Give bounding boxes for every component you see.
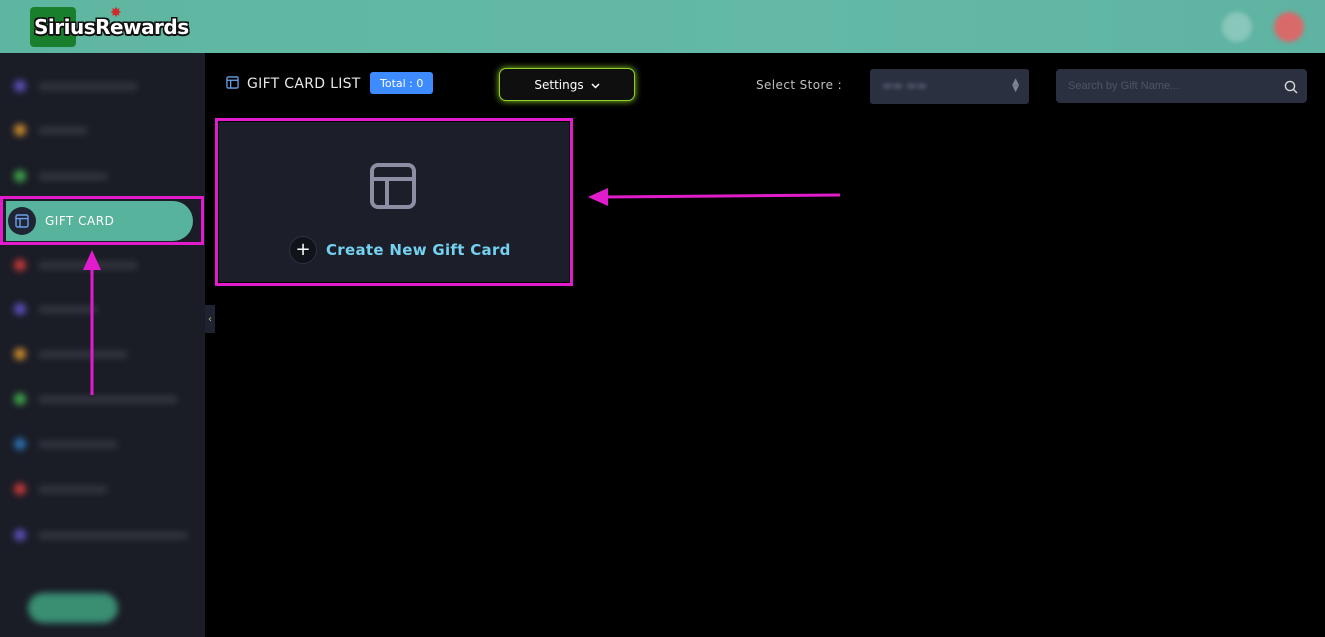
layout-icon [226, 74, 239, 93]
chevron-down-icon [591, 78, 600, 92]
sidebar-item[interactable] [14, 124, 88, 136]
search-icon[interactable] [1284, 79, 1298, 98]
highlight-box [215, 118, 573, 286]
highlight-box [0, 196, 204, 245]
search-box[interactable] [1056, 69, 1307, 103]
chevron-left-icon: ‹ [208, 313, 212, 325]
sidebar-item[interactable] [14, 348, 128, 360]
sidebar-collapse-button[interactable]: ‹ [205, 305, 215, 333]
total-badge: Total : 0 [370, 72, 434, 94]
notification-button[interactable] [1222, 12, 1252, 42]
sidebar-item[interactable] [14, 483, 108, 495]
sort-arrows-icon: ▲ ▼ [1012, 77, 1019, 94]
select-store-label: Select Store : [756, 78, 843, 92]
page-title: GIFT CARD LIST [226, 74, 361, 93]
search-input[interactable] [1056, 69, 1271, 103]
sidebar-bottom-button[interactable] [28, 593, 118, 623]
avatar[interactable] [1274, 12, 1304, 42]
sidebar-item[interactable] [14, 529, 188, 541]
top-header: SiriusRewards ✸ [0, 0, 1325, 53]
logo[interactable]: SiriusRewards ✸ [30, 5, 189, 47]
annotation-arrow-left [602, 193, 841, 199]
sidebar-item[interactable] [14, 438, 118, 450]
sidebar-item[interactable] [14, 170, 108, 182]
store-select[interactable]: ▬▬ ▬▬ ▲ ▼ [870, 69, 1029, 104]
sidebar-item[interactable] [14, 80, 138, 92]
settings-button[interactable]: Settings [499, 68, 635, 101]
sidebar-item[interactable] [14, 303, 98, 315]
annotation-arrowhead [588, 188, 608, 206]
logo-star-icon: ✸ [110, 5, 122, 21]
sidebar: GIFT CARD [0, 53, 205, 637]
settings-label: Settings [534, 77, 584, 92]
sidebar-blurred-items [0, 53, 205, 637]
store-select-value: ▬▬ ▬▬ [882, 79, 928, 92]
sidebar-item[interactable] [14, 393, 178, 405]
app-root: SiriusRewards ✸ GIFT CARD ‹ GIFT CARD LI… [0, 0, 1325, 637]
page-title-text: GIFT CARD LIST [247, 75, 361, 92]
sidebar-item[interactable] [14, 259, 138, 271]
